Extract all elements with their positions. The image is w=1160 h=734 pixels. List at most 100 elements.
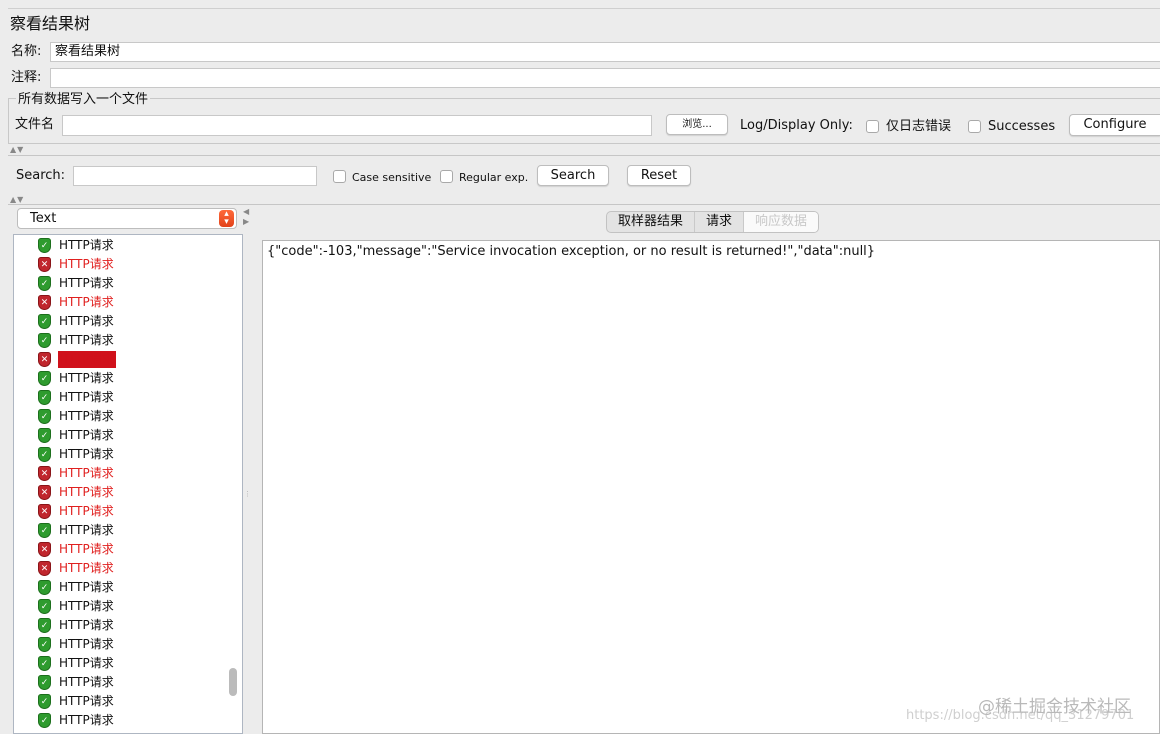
tree-item[interactable]: ✓ HTTP请求 bbox=[38, 407, 115, 426]
splitter-divider bbox=[8, 155, 1160, 156]
tree-item[interactable]: ✕ HTTP请求 bbox=[38, 502, 115, 521]
reset-button[interactable]: Reset bbox=[627, 165, 691, 186]
tree-item-label: HTTP请求 bbox=[59, 599, 114, 613]
tree-item[interactable]: ✓ HTTP请求 bbox=[38, 654, 115, 673]
tree-item[interactable]: ✓ HTTP请求 bbox=[38, 673, 115, 692]
tree-item[interactable]: ✓ HTTP请求 bbox=[38, 236, 115, 255]
tree-item[interactable]: ✕ HTTP请求 bbox=[38, 255, 115, 274]
shield-x-icon: ✕ bbox=[38, 352, 51, 367]
filename-label: 文件名 bbox=[15, 117, 55, 132]
tree-item-label: HTTP请求 bbox=[59, 390, 114, 404]
tab-sampler-result[interactable]: 取样器结果 bbox=[607, 212, 696, 232]
shield-check-icon: ✓ bbox=[38, 599, 51, 614]
renderer-select[interactable]: Text ▴ ▾ bbox=[17, 208, 237, 229]
tree-item[interactable]: ✕ HTTP请求 bbox=[38, 483, 115, 502]
shield-check-icon: ✓ bbox=[38, 314, 51, 329]
shield-check-icon: ✓ bbox=[38, 371, 51, 386]
response-body: {"code":-103,"message":"Service invocati… bbox=[267, 244, 876, 259]
tree-item[interactable]: ✕ HTTP请求 bbox=[38, 464, 115, 483]
search-input[interactable] bbox=[73, 166, 317, 186]
splitter-arrows-icon[interactable]: ▲▼ bbox=[10, 146, 24, 154]
shield-check-icon: ✓ bbox=[38, 637, 51, 652]
tree-item[interactable]: ✓ HTTP请求 bbox=[38, 521, 115, 540]
tree-item-label: HTTP请求 bbox=[59, 637, 114, 651]
splitter-divider bbox=[8, 204, 1160, 205]
tree-item[interactable]: ✓ HTTP请求 bbox=[38, 312, 115, 331]
shield-x-icon: ✕ bbox=[38, 561, 51, 576]
comment-field[interactable] bbox=[50, 68, 1160, 88]
shield-check-icon: ✓ bbox=[38, 238, 51, 253]
shield-x-icon: ✕ bbox=[38, 504, 51, 519]
watermark-logo: @稀土掘金技术社区 bbox=[978, 697, 1131, 717]
tab-response-data[interactable]: 响应数据 bbox=[744, 212, 819, 232]
tab-request[interactable]: 请求 bbox=[695, 212, 745, 232]
tree-item-label: HTTP请求 bbox=[59, 542, 114, 556]
tree-item-label: HTTP请求 bbox=[59, 314, 114, 328]
shield-check-icon: ✓ bbox=[38, 656, 51, 671]
tree-item-label: HTTP请求 bbox=[59, 409, 114, 423]
log-display-label: Log/Display Only: bbox=[740, 118, 853, 133]
tree-item[interactable]: ✓ HTTP请求 bbox=[38, 616, 115, 635]
errors-only-checkbox[interactable] bbox=[866, 120, 879, 133]
chevron-updown-icon: ▴ ▾ bbox=[219, 210, 234, 227]
case-sensitive-checkbox[interactable] bbox=[333, 170, 346, 183]
tree-item-label: HTTP请求 bbox=[59, 466, 114, 480]
tree-item[interactable]: ✓ HTTP请求 bbox=[38, 274, 115, 293]
tree-item-label: HTTP请求 bbox=[59, 713, 114, 727]
tree-item[interactable]: ✓ HTTP请求 bbox=[38, 369, 115, 388]
tree-item[interactable]: ✓ HTTP请求 bbox=[38, 597, 115, 616]
configure-button[interactable]: Configure bbox=[1069, 114, 1160, 136]
splitter-grip-icon[interactable]: ⋮ bbox=[244, 490, 251, 498]
case-sensitive-label: Case sensitive bbox=[352, 171, 432, 184]
tree-item[interactable]: ✓ HTTP请求 bbox=[38, 331, 115, 350]
browse-button[interactable]: 浏览... bbox=[666, 114, 728, 135]
response-data-panel[interactable]: {"code":-103,"message":"Service invocati… bbox=[262, 240, 1160, 734]
tree-item[interactable]: ✓ HTTP请求 bbox=[38, 692, 115, 711]
shield-check-icon: ✓ bbox=[38, 409, 51, 424]
tree-item[interactable]: ✕ HTTP请求 bbox=[38, 540, 115, 559]
errors-only-label: 仅日志错误 bbox=[886, 119, 952, 134]
tree-item-label: HTTP请求 bbox=[59, 675, 114, 689]
tree-item[interactable]: ✓ HTTP请求 bbox=[38, 388, 115, 407]
regex-checkbox[interactable] bbox=[440, 170, 453, 183]
regex-label: Regular exp. bbox=[459, 171, 529, 184]
renderer-select-value: Text bbox=[30, 211, 57, 226]
comment-label: 注释: bbox=[11, 70, 42, 85]
search-label: Search: bbox=[16, 168, 66, 183]
shield-check-icon: ✓ bbox=[38, 276, 51, 291]
filename-field[interactable] bbox=[62, 115, 652, 136]
tree-item[interactable]: ✓ HTTP请求 bbox=[38, 445, 115, 464]
tree-item-label: HTTP请求 bbox=[59, 238, 114, 252]
tree-item-label: HTTP请求 bbox=[59, 428, 114, 442]
shield-check-icon: ✓ bbox=[38, 580, 51, 595]
tree-item[interactable]: ✓ HTTP请求 bbox=[38, 635, 115, 654]
tree-item-label: HTTP请求 bbox=[59, 694, 114, 708]
tree-item[interactable]: ✕ HTTP请求 bbox=[38, 559, 115, 578]
splitter-arrows-icon[interactable]: ▲▼ bbox=[10, 196, 24, 204]
tree-item-label: HTTP请求 bbox=[59, 447, 114, 461]
tree-item[interactable]: ✓ HTTP请求 bbox=[38, 426, 115, 445]
shield-check-icon: ✓ bbox=[38, 713, 51, 728]
shield-check-icon: ✓ bbox=[38, 694, 51, 709]
results-tree[interactable]: ✓ HTTP请求 ✕ HTTP请求 ✓ HTTP请求 ✕ HTTP请求 ✓ HTTP请求 ✓ HTTP… bbox=[13, 234, 243, 734]
tree-item-label: HTTP请求 bbox=[59, 485, 114, 499]
tree-item[interactable]: ✓ HTTP请求 bbox=[38, 578, 115, 597]
shield-check-icon: ✓ bbox=[38, 675, 51, 690]
search-button[interactable]: Search bbox=[537, 165, 609, 186]
shield-x-icon: ✕ bbox=[38, 466, 51, 481]
tree-scrollbar-thumb[interactable] bbox=[229, 668, 237, 696]
shield-check-icon: ✓ bbox=[38, 428, 51, 443]
tree-item[interactable]: ✕ HTTP请求 bbox=[38, 350, 116, 369]
tree-item[interactable]: ✓ HTTP请求 bbox=[38, 711, 115, 730]
file-group-title: 所有数据写入一个文件 bbox=[16, 92, 151, 108]
tree-item[interactable]: ✕ HTTP请求 bbox=[38, 293, 115, 312]
shield-check-icon: ✓ bbox=[38, 390, 51, 405]
tree-item-label: HTTP请求 bbox=[59, 656, 114, 670]
successes-checkbox[interactable] bbox=[968, 120, 981, 133]
shield-check-icon: ✓ bbox=[38, 447, 51, 462]
shield-check-icon: ✓ bbox=[38, 333, 51, 348]
vertical-splitter-arrows-icon[interactable]: ◀ ▶ bbox=[243, 207, 249, 227]
shield-x-icon: ✕ bbox=[38, 542, 51, 557]
tree-item-label: HTTP请求 bbox=[59, 504, 114, 518]
name-field[interactable]: 察看结果树 bbox=[50, 42, 1160, 62]
